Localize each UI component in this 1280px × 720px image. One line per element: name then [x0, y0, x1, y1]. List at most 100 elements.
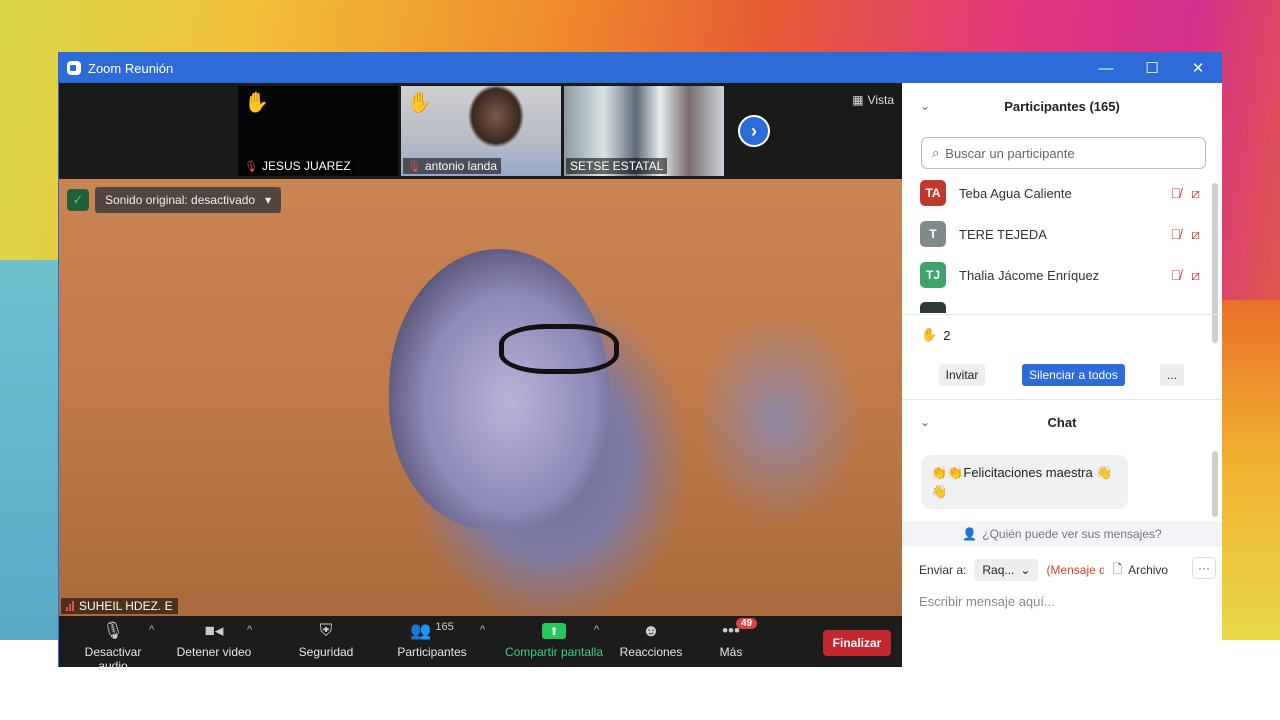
security-button[interactable]: ⛨ Seguridad — [291, 620, 361, 659]
video-off-icon: ⧄ — [1191, 225, 1200, 242]
collapse-chevron-icon[interactable]: ⌄ — [920, 415, 930, 429]
who-can-see-label: ¿Quién puede ver sus mensajes? — [982, 527, 1162, 541]
shield-icon: ⛨ — [319, 621, 333, 640]
avatar: T — [920, 221, 946, 247]
chat-scrollbar[interactable] — [1212, 451, 1218, 517]
next-page-button[interactable]: › — [738, 115, 770, 147]
stop-video-label: Detener video — [176, 645, 252, 659]
close-icon: ✕ — [1191, 60, 1205, 77]
participant-name: TERE TEJEDA — [959, 226, 1047, 242]
file-label: Archivo — [1128, 563, 1169, 577]
recipient-select[interactable]: Raq... ⌄ — [974, 559, 1039, 581]
speaker-name-tag: SUHEIL HDEZ. E — [61, 598, 178, 614]
divider — [902, 314, 1222, 315]
muted-mic-icon: 🎙̸ — [1170, 266, 1182, 283]
audio-options-chevron-icon[interactable]: ^ — [149, 624, 154, 636]
raised-hand-icon: ✋ — [244, 92, 269, 114]
share-options-chevron-icon[interactable]: ^ — [594, 624, 599, 636]
video-area: ✋ 🎙 JESUS JUAREZ ✋ 🎙 antonio landa SETSE… — [59, 83, 902, 673]
participants-icon: 👥 — [410, 621, 432, 640]
participant-list-scrollbar[interactable] — [1212, 183, 1218, 343]
chevron-right-icon: › — [751, 120, 757, 141]
participant-row[interactable]: T TERE TEJEDA 🎙̸ ⧄ — [902, 214, 1222, 254]
participant-row[interactable]: TJ Thalia Jácome Enríquez 🎙̸ ⧄ — [902, 255, 1222, 295]
mute-audio-button[interactable]: 🎙 Desactivar audio — [69, 620, 157, 673]
smiley-add-icon: ☻ — [642, 621, 660, 640]
invite-button[interactable]: Invitar — [939, 364, 985, 386]
chat-message-input[interactable]: Escribir mensaje aquí... — [919, 590, 1209, 612]
video-thumbnail[interactable]: ✋ 🎙 antonio landa — [401, 86, 561, 176]
thumbnail-strip: ✋ 🎙 JESUS JUAREZ ✋ 🎙 antonio landa SETSE… — [59, 83, 902, 179]
grid-view-icon: ▦ — [852, 93, 864, 107]
reactions-button[interactable]: ☻ Reacciones — [617, 620, 685, 659]
window-title: Zoom Reunión — [88, 60, 174, 76]
file-button[interactable]: 🗋 Archivo — [1112, 560, 1168, 581]
collapse-chevron-icon[interactable]: ⌄ — [920, 99, 930, 113]
close-button[interactable]: ✕ — [1175, 53, 1221, 83]
avatar-partial — [920, 302, 946, 313]
video-off-icon: ⧄ — [1191, 266, 1200, 283]
participant-status: 🎙̸ ⧄ — [1171, 226, 1200, 243]
raised-hand-icon: ✋ — [921, 327, 938, 342]
thumbnail-name-tag: 🎙 antonio landa — [403, 158, 502, 174]
zoom-logo-icon — [67, 61, 81, 75]
signal-bars-icon — [66, 601, 74, 611]
chat-message: 👏👏Felicitaciones maestra 👋 👋 — [921, 455, 1128, 509]
participant-row[interactable]: TA Teba Agua Caliente 🎙̸ ⧄ — [902, 173, 1222, 213]
participant-search-input[interactable]: ⌕ Buscar un participante — [921, 137, 1206, 169]
notification-badge: 49 — [736, 618, 758, 629]
more-button[interactable]: ••• 49 Más — [709, 618, 758, 659]
more-options-button[interactable]: ... — [1160, 364, 1184, 386]
send-to-label: Enviar a: — [919, 563, 967, 577]
raised-hand-icon: ✋ — [407, 92, 432, 114]
avatar: TJ — [920, 262, 946, 288]
share-screen-icon: ⬆ — [542, 623, 566, 639]
original-sound-button[interactable]: Sonido original: desactivado ▾ — [95, 187, 282, 213]
side-panel: ⌄ Participantes (165) ⌕ Buscar un partic… — [902, 83, 1222, 667]
speaker-glasses — [499, 324, 619, 374]
video-thumbnail[interactable]: ✋ 🎙 JESUS JUAREZ — [238, 86, 398, 176]
stop-video-button[interactable]: ■◂ Detener video — [173, 620, 255, 659]
original-sound-label: Sonido original: desactivado — [105, 193, 256, 207]
search-icon: ⌕ — [932, 145, 940, 160]
microphone-icon: 🎙 — [102, 621, 124, 640]
minimize-button[interactable]: — — [1083, 53, 1129, 83]
raised-hands-count: ✋ 2 — [921, 327, 950, 343]
original-sound-control: ✓ Sonido original: desactivado ▾ — [67, 187, 282, 213]
mute-all-button[interactable]: Silenciar a todos — [1022, 364, 1125, 386]
participants-count: 165 — [435, 621, 454, 633]
view-label: Vista — [867, 93, 894, 107]
share-screen-button[interactable]: ⬆ Compartir pantalla — [501, 620, 607, 659]
title-bar: Zoom Reunión — ☐ ✕ — [59, 53, 1221, 83]
more-label: Más — [719, 645, 743, 659]
send-to-row: Enviar a: Raq... ⌄ (Mensaje d 🗋 Archivo … — [919, 557, 1219, 583]
muted-mic-icon: 🎙̸ — [1170, 184, 1182, 201]
security-shield-icon: ✓ — [67, 189, 89, 211]
participants-title: Participantes (165) — [1004, 98, 1120, 114]
security-label: Seguridad — [298, 645, 354, 659]
muted-mic-icon: 🎙̸ — [1170, 225, 1182, 242]
meeting-toolbar: 🎙 Desactivar audio ^ ■◂ Detener video ^ … — [59, 616, 902, 673]
end-meeting-button[interactable]: Finalizar — [823, 630, 891, 656]
participant-name: Thalia Jácome Enríquez — [959, 267, 1100, 283]
video-options-chevron-icon[interactable]: ^ — [247, 624, 252, 636]
chat-more-button[interactable]: ··· — [1192, 557, 1216, 579]
main-speaker-video: ✓ Sonido original: desactivado ▾ SUHEIL … — [59, 179, 902, 616]
participant-list: TA Teba Agua Caliente 🎙̸ ⧄ T TERE TEJEDA … — [902, 173, 1222, 313]
raised-hands-number: 2 — [943, 327, 951, 343]
chat-header: ⌄ Chat — [902, 399, 1222, 445]
speaker-figure — [389, 249, 609, 529]
view-button[interactable]: ▦ Vista — [852, 93, 894, 107]
who-can-see-messages[interactable]: 👤 ¿Quién puede ver sus mensajes? — [902, 521, 1222, 547]
reactions-label: Reacciones — [619, 645, 683, 659]
video-camera-icon: ■◂ — [204, 621, 224, 640]
participant-row-partial[interactable] — [902, 295, 1222, 313]
video-thumbnail[interactable]: SETSE ESTATAL — [564, 86, 724, 176]
chevron-down-icon[interactable]: ▾ — [265, 193, 271, 207]
participants-label: Participantes — [397, 645, 467, 659]
file-icon: 🗋 — [1112, 561, 1123, 576]
participants-options-chevron-icon[interactable]: ^ — [480, 624, 485, 636]
participants-button[interactable]: 👥 165 Participantes — [393, 620, 471, 659]
maximize-button[interactable]: ☐ — [1129, 53, 1175, 83]
chat-title: Chat — [1047, 414, 1077, 430]
